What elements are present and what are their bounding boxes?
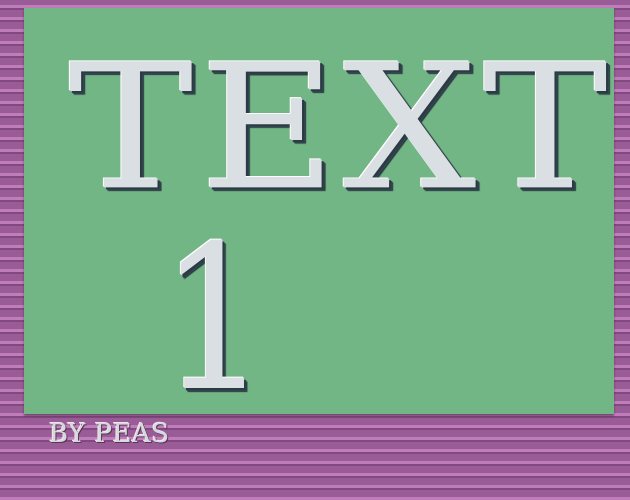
text-panel: TEXT 1	[24, 8, 614, 420]
credit-text: BY PEAS	[49, 419, 170, 449]
heading-text: TEXT	[68, 27, 614, 229]
number-text: 1	[160, 203, 269, 436]
